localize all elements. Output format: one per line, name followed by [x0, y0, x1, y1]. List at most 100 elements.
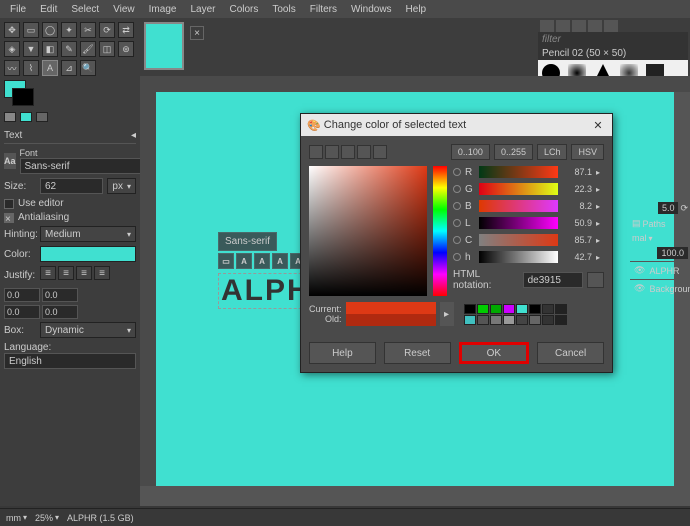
model-hsv-button[interactable]: HSV [571, 144, 604, 160]
menu-select[interactable]: Select [65, 2, 105, 17]
chevron-down-icon[interactable]: ▾ [649, 234, 653, 243]
tool-bucket-icon[interactable]: ▼ [23, 41, 39, 57]
tool-warp-icon[interactable]: ◈ [4, 41, 20, 57]
tool-measure-icon[interactable]: ⊿ [61, 60, 77, 76]
justify-center-icon[interactable]: ≡ [76, 266, 92, 280]
palette-swatch[interactable] [542, 304, 554, 314]
slider-r[interactable] [479, 166, 558, 178]
palette-swatch[interactable] [490, 304, 502, 314]
spinner-icon[interactable]: ▸ [596, 202, 604, 211]
scale-0-100-button[interactable]: 0..100 [451, 144, 490, 160]
ruler-horizontal[interactable] [140, 76, 690, 92]
spinner-icon[interactable]: ▸ [596, 168, 604, 177]
ruler-vertical[interactable] [140, 92, 156, 486]
panel-menu-icon[interactable]: ◂ [131, 130, 136, 141]
dock-tab-icon[interactable] [604, 20, 618, 32]
text-underline-btn[interactable]: A [272, 253, 288, 269]
reset-button[interactable]: Reset [384, 342, 451, 364]
tool-select-icon[interactable]: ▭ [23, 22, 39, 38]
tool-clone-icon[interactable]: ⊛ [118, 41, 134, 57]
tool-pencil-icon[interactable]: ✎ [61, 41, 77, 57]
menu-help[interactable]: Help [400, 2, 433, 17]
picker-mode-icon[interactable] [325, 145, 339, 159]
slider-h[interactable] [479, 251, 558, 263]
dock-tab-icon[interactable] [572, 20, 586, 32]
cancel-button[interactable]: Cancel [537, 342, 604, 364]
language-input[interactable] [4, 353, 136, 369]
picker-mode-icon[interactable] [341, 145, 355, 159]
menu-layer[interactable]: Layer [184, 2, 221, 17]
slider-g[interactable] [479, 183, 558, 195]
palette-swatch[interactable] [464, 315, 476, 325]
saturation-value-picker[interactable] [309, 166, 427, 296]
close-icon[interactable]: ✕ [590, 117, 606, 133]
value-g[interactable]: 22.3 [562, 184, 592, 194]
letter-spacing-input[interactable]: 0.0 [4, 305, 40, 319]
justify-left-icon[interactable]: ≡ [40, 266, 56, 280]
tool-preset-icon[interactable] [4, 112, 16, 122]
scale-0-255-button[interactable]: 0..255 [494, 144, 533, 160]
palette-swatch[interactable] [477, 304, 489, 314]
dock-tab-icon[interactable] [556, 20, 570, 32]
refresh-icon[interactable]: ⟳ [680, 203, 688, 214]
layer-text[interactable]: 👁 ALPHR [630, 261, 690, 279]
tool-gradient-icon[interactable]: ◧ [42, 41, 58, 57]
text-bold-btn[interactable]: A [236, 253, 252, 269]
antialiasing-checkbox[interactable]: × [4, 213, 14, 223]
value-r[interactable]: 87.1 [562, 167, 592, 177]
channel-radio-l[interactable] [453, 219, 461, 227]
palette-swatch[interactable] [516, 304, 528, 314]
tool-flip-icon[interactable]: ⇄ [118, 22, 134, 38]
dock-tab-icon[interactable] [540, 20, 554, 32]
palette-swatch[interactable] [555, 304, 567, 314]
color-history-palette[interactable] [464, 304, 574, 325]
channel-radio-h[interactable] [453, 253, 461, 261]
value-l[interactable]: 50.9 [562, 218, 592, 228]
opacity-value[interactable]: 100.0 [657, 247, 688, 259]
slider-c[interactable] [479, 234, 558, 246]
palette-swatch[interactable] [503, 315, 515, 325]
tool-move-icon[interactable]: ✥ [4, 22, 20, 38]
spinner-icon[interactable]: ▸ [596, 185, 604, 194]
tool-lasso-icon[interactable]: ◯ [42, 22, 58, 38]
picker-mode-icon[interactable] [357, 145, 371, 159]
justify-fill-icon[interactable]: ≡ [94, 266, 110, 280]
menu-windows[interactable]: Windows [345, 2, 398, 17]
spinner-icon[interactable]: ▸ [596, 253, 604, 262]
slider-b[interactable] [479, 200, 558, 212]
tool-zoom-icon[interactable]: 🔍 [80, 60, 96, 76]
unit-dropdown[interactable]: mm [6, 513, 21, 523]
palette-swatch[interactable] [464, 304, 476, 314]
tool-crop-icon[interactable]: ✂ [80, 22, 96, 38]
text-color-button[interactable] [40, 246, 136, 262]
tool-preset-icon[interactable] [36, 112, 48, 122]
model-lch-button[interactable]: LCh [537, 144, 568, 160]
layer-background[interactable]: 👁 Background [630, 279, 690, 297]
justify-right-icon[interactable]: ≡ [58, 266, 74, 280]
tool-eraser-icon[interactable]: ◫ [99, 41, 115, 57]
menu-colors[interactable]: Colors [223, 2, 264, 17]
hue-strip[interactable] [433, 166, 447, 296]
palette-swatch[interactable] [529, 304, 541, 314]
dock-tab-icon[interactable] [588, 20, 602, 32]
html-notation-input[interactable] [523, 272, 583, 288]
tool-text-icon[interactable]: A [42, 60, 58, 76]
channel-radio-r[interactable] [453, 168, 461, 176]
tool-preset-icon[interactable] [20, 112, 32, 122]
help-button[interactable]: Help [309, 342, 376, 364]
size-input[interactable] [40, 178, 103, 194]
picker-mode-icon[interactable] [373, 145, 387, 159]
menu-edit[interactable]: Edit [34, 2, 63, 17]
spinner-icon[interactable]: ▸ [596, 236, 604, 245]
spacing-input[interactable]: 0.0 [42, 305, 78, 319]
palette-swatch[interactable] [516, 315, 528, 325]
paths-tab[interactable]: ▤ [632, 218, 641, 229]
text-italic-btn[interactable]: A [254, 253, 270, 269]
tool-brush-icon[interactable]: 🖌 [80, 41, 96, 57]
box-dropdown[interactable]: Dynamic▾ [40, 322, 136, 338]
menu-tools[interactable]: Tools [266, 2, 301, 17]
use-editor-checkbox[interactable] [4, 199, 14, 209]
spacing-value[interactable]: 5.0 [658, 202, 679, 214]
ok-button[interactable]: OK [459, 342, 530, 364]
spinner-icon[interactable]: ▸ [596, 219, 604, 228]
